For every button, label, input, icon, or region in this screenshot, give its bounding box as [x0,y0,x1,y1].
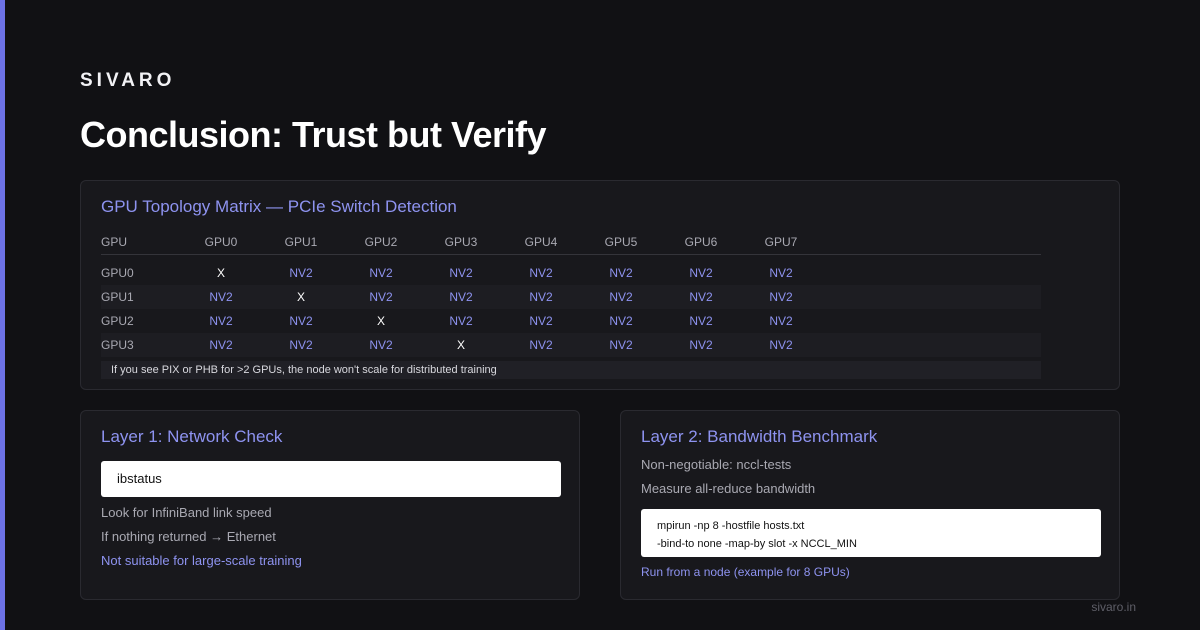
layer1-warning-link: Not suitable for large-scale training [101,553,302,568]
matrix-header-cell: GPU4 [524,235,558,249]
matrix-row-label: GPU3 [101,338,134,352]
topology-card: GPU Topology Matrix — PCIe Switch Detect… [80,180,1120,390]
matrix-cell: X [456,338,465,352]
matrix-cell: NV2 [289,314,313,328]
matrix-cell: NV2 [529,338,553,352]
nccl-command-box[interactable]: mpirun -np 8 -hostfile hosts.txt -bind-t… [641,509,1101,557]
matrix-row: GPU3 NV2 NV2 NV2 X NV2 NV2 NV2 NV2 [101,333,1041,357]
matrix-cell: NV2 [369,338,393,352]
layer2-note-link: Run from a node (example for 8 GPUs) [641,565,850,579]
layer2-card: Layer 2: Bandwidth Benchmark Non-negotia… [620,410,1120,600]
matrix-header-cell: GPU3 [444,235,478,249]
matrix-cell: NV2 [609,290,633,304]
matrix-header-cell: GPU6 [684,235,718,249]
matrix-cell: NV2 [369,266,393,280]
matrix-cell: NV2 [769,338,793,352]
matrix-cell: NV2 [209,338,233,352]
layer1-card: Layer 1: Network Check ibstatus Look for… [80,410,580,600]
matrix-cell: NV2 [689,338,713,352]
matrix-cell: NV2 [369,290,393,304]
matrix-cell: NV2 [609,266,633,280]
matrix-cell: NV2 [769,314,793,328]
matrix-cell: NV2 [689,314,713,328]
page-title: Conclusion: Trust but Verify [80,114,547,155]
topology-note: If you see PIX or PHB for >2 GPUs, the n… [101,361,1041,379]
brand-logo: SIVARO [80,70,176,91]
matrix-cell: X [376,314,385,328]
topology-matrix: GPU GPU0 GPU1 GPU2 GPU3 GPU4 GPU5 GPU6 G… [101,233,1041,357]
matrix-cell: NV2 [209,314,233,328]
matrix-row-label: GPU1 [101,290,134,304]
matrix-row-label: GPU2 [101,314,134,328]
matrix-header-cell: GPU1 [284,235,318,249]
matrix-cell: NV2 [209,290,233,304]
matrix-cell: NV2 [689,266,713,280]
layer2-title: Layer 2: Bandwidth Benchmark [641,427,878,446]
matrix-row: GPU0 X NV2 NV2 NV2 NV2 NV2 NV2 NV2 [101,261,1041,285]
matrix-cell: NV2 [449,314,473,328]
matrix-cell: NV2 [529,314,553,328]
layer1-line: Look for InfiniBand link speed [101,505,272,520]
matrix-header-cell: GPU2 [364,235,398,249]
footer-url: sivaro.in [1091,600,1136,614]
matrix-cell: NV2 [289,338,313,352]
matrix-header-cell: GPU0 [204,235,238,249]
matrix-body: GPU0 X NV2 NV2 NV2 NV2 NV2 NV2 NV2 GPU1 NV2 X NV2 NV2… [101,261,1041,357]
layer1-line: If nothing returned → Ethernet [101,529,276,544]
matrix-header-cell: GPU5 [604,235,638,249]
matrix-header-row: GPU GPU0 GPU1 GPU2 GPU3 GPU4 GPU5 GPU6 G… [101,233,1041,255]
layer2-line: Measure all-reduce bandwidth [641,481,816,496]
matrix-row: GPU1 NV2 X NV2 NV2 NV2 NV2 NV2 NV2 [101,285,1041,309]
matrix-cell: NV2 [769,266,793,280]
matrix-cell: NV2 [529,266,553,280]
layer2-line: Non-negotiable: nccl-tests [641,457,792,472]
matrix-cell: NV2 [689,290,713,304]
matrix-cell: NV2 [449,266,473,280]
command-line: mpirun -np 8 -hostfile hosts.txt [657,520,805,532]
ibstatus-command-box[interactable]: ibstatus [101,461,561,497]
matrix-cell: NV2 [609,338,633,352]
matrix-cell: NV2 [529,290,553,304]
layer1-title: Layer 1: Network Check [101,427,283,446]
matrix-row-label: GPU0 [101,266,134,280]
matrix-header-cell: GPU7 [764,235,798,249]
matrix-cell: X [296,290,305,304]
command-line: -bind-to none -map-by slot -x NCCL_MIN [657,538,857,550]
matrix-row: GPU2 NV2 NV2 X NV2 NV2 NV2 NV2 NV2 [101,309,1041,333]
matrix-header-cell: GPU [101,235,128,249]
matrix-cell: NV2 [609,314,633,328]
topology-title: GPU Topology Matrix — PCIe Switch Detect… [101,197,457,216]
matrix-cell: X [216,266,225,280]
matrix-cell: NV2 [449,290,473,304]
accent-bar [0,0,5,630]
matrix-cell: NV2 [769,290,793,304]
matrix-cell: NV2 [289,266,313,280]
